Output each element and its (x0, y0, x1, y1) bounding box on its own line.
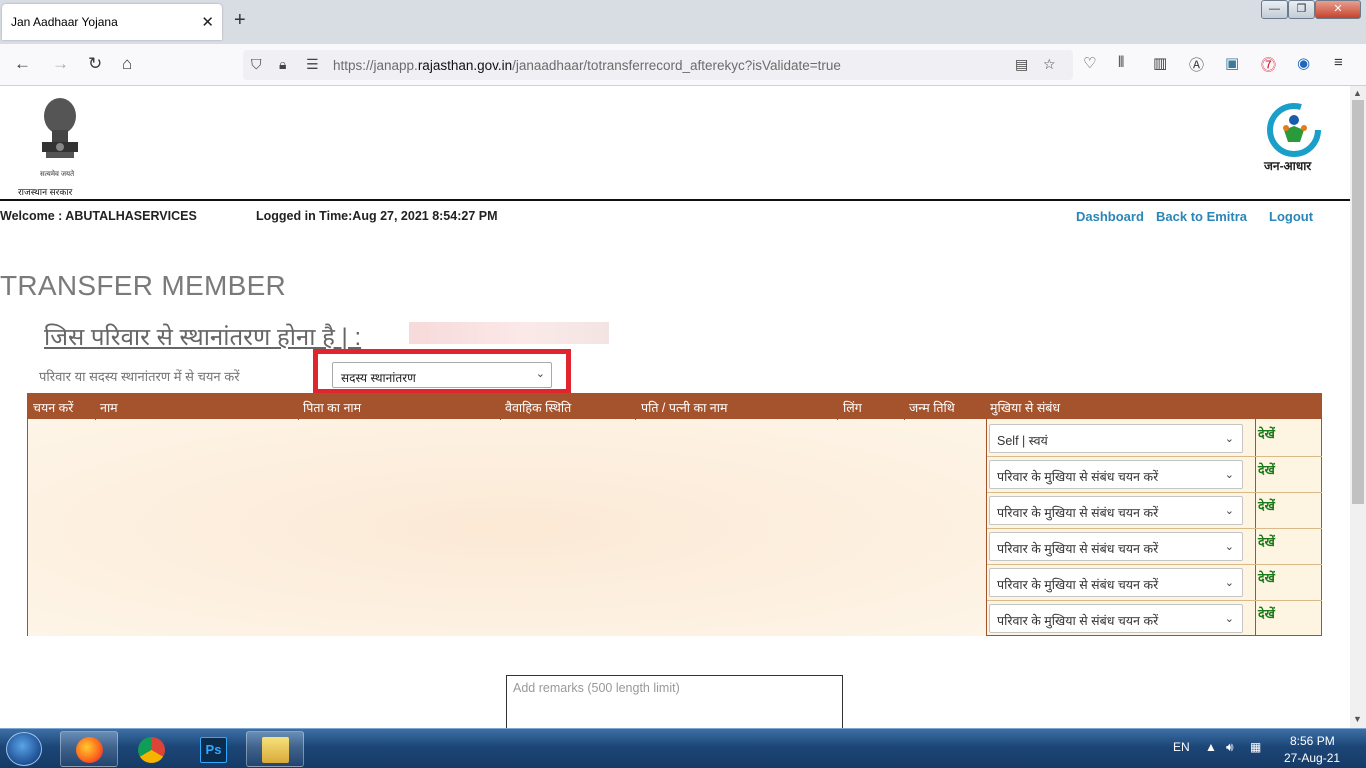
view-link[interactable]: देखें (1258, 461, 1275, 478)
menu-icon[interactable]: ≡ (1334, 54, 1343, 71)
chevron-down-icon: ⌄ (1224, 613, 1234, 625)
view-link[interactable]: देखें (1258, 605, 1275, 622)
firefox-taskbar-button[interactable] (60, 731, 118, 767)
vertical-scrollbar[interactable]: ▲ ▼ (1350, 86, 1366, 728)
folder-icon (262, 737, 289, 763)
govt-name: राजस्थान सरकार (18, 187, 73, 197)
relation-select[interactable]: Self | स्वयं ⌄ (989, 424, 1243, 453)
pocket-icon[interactable]: ♡ (1083, 54, 1096, 72)
dashboard-link[interactable]: Dashboard (1076, 209, 1144, 224)
browser-nav-bar: ← → ↻ ⌂ ⛉ 🔒︎ ☰ https://janapp.rajasthan.… (0, 44, 1366, 86)
browser-tab-bar: Jan Aadhaar Yojana ✕ + — ❐ ✕ (0, 0, 1366, 44)
table-header: चयन करें नाम पिता का नाम वैवाहिक स्थिति … (28, 394, 1321, 419)
chevron-down-icon: ⌄ (1224, 505, 1234, 517)
explorer-taskbar-button[interactable] (246, 731, 304, 767)
logo-text: जन-आधार (1264, 159, 1312, 173)
jan-aadhaar-logo-icon (1267, 103, 1321, 157)
redacted-member-data (28, 420, 986, 636)
lock-icon[interactable]: 🔒︎ (279, 56, 286, 73)
sidebar-icon[interactable]: ▥ (1153, 54, 1167, 72)
clock-time[interactable]: 8:56 PM (1290, 734, 1335, 748)
photoshop-taskbar-button[interactable]: Ps (184, 731, 242, 767)
reader-view-icon[interactable]: ▤ (1015, 56, 1028, 73)
header-divider (0, 199, 1350, 201)
column-header: वैवाहिक स्थिति (505, 401, 572, 415)
reload-icon[interactable]: ↻ (88, 54, 102, 74)
redacted-family-name (409, 322, 609, 344)
chrome-icon (138, 737, 165, 763)
ashoka-emblem-icon (42, 98, 78, 158)
view-link[interactable]: देखें (1258, 497, 1275, 514)
tab-title: Jan Aadhaar Yojana (11, 15, 118, 29)
photoshop-icon: Ps (200, 737, 227, 763)
show-hidden-icons-icon[interactable]: ▲ (1205, 740, 1217, 754)
chevron-down-icon: ⌄ (535, 368, 545, 380)
transfer-type-label: परिवार या सदस्य स्थानांतरण में से चयन कर… (39, 369, 240, 384)
forward-arrow-icon[interactable]: → (52, 54, 69, 74)
column-header: चयन करें (33, 401, 74, 415)
close-window-button[interactable]: ✕ (1315, 0, 1361, 19)
remarks-textarea[interactable]: Add remarks (500 length limit) (506, 675, 843, 728)
tab-close-icon[interactable]: ✕ (201, 13, 214, 31)
chevron-down-icon: ⌄ (1224, 469, 1234, 481)
relation-select[interactable]: परिवार के मुखिया से संबंध चयन करें ⌄ (989, 460, 1243, 489)
relation-select[interactable]: परिवार के मुखिया से संबंध चयन करें ⌄ (989, 532, 1243, 561)
pinterest-icon[interactable]: ⓻ (1261, 54, 1276, 75)
minimize-button[interactable]: — (1261, 0, 1288, 19)
back-to-emitra-link[interactable]: Back to Emitra (1156, 209, 1247, 224)
column-header: पिता का नाम (303, 401, 362, 415)
chevron-down-icon: ⌄ (1224, 577, 1234, 589)
start-button[interactable] (6, 732, 42, 766)
welcome-text: Welcome : ABUTALHASERVICES (0, 209, 197, 223)
relation-select[interactable]: परिवार के मुखिया से संबंध चयन करें ⌄ (989, 568, 1243, 597)
page-content: सत्यमेव जयते राजस्थान सरकार जन-आधार Welc… (0, 86, 1350, 728)
view-link[interactable]: देखें (1258, 425, 1275, 442)
chevron-down-icon: ⌄ (1224, 541, 1234, 553)
language-indicator[interactable]: EN (1173, 740, 1190, 754)
remarks-placeholder: Add remarks (500 length limit) (513, 681, 680, 695)
column-header: जन्म तिथि (909, 401, 955, 415)
member-table: चयन करें नाम पिता का नाम वैवाहिक स्थिति … (27, 393, 1322, 636)
maximize-button[interactable]: ❐ (1288, 0, 1315, 19)
page-title: TRANSFER MEMBER (0, 270, 287, 301)
logout-link[interactable]: Logout (1269, 209, 1313, 224)
home-icon[interactable]: ⌂ (122, 54, 132, 74)
logged-in-time: Logged in Time:Aug 27, 2021 8:54:27 PM (256, 209, 498, 223)
bookmark-star-icon[interactable]: ☆ (1043, 56, 1056, 73)
url-text[interactable]: https://janapp.rajasthan.gov.in/janaadha… (333, 58, 841, 73)
extension-icon[interactable]: ▣ (1225, 54, 1239, 72)
back-arrow-icon[interactable]: ← (14, 54, 31, 74)
chevron-down-icon: ⌄ (1224, 433, 1234, 445)
view-link[interactable]: देखें (1258, 569, 1275, 586)
library-icon[interactable]: ⫴ (1118, 54, 1124, 71)
shield-icon[interactable]: ⛉ (251, 56, 262, 73)
chrome-taskbar-button[interactable] (122, 731, 180, 767)
relation-select[interactable]: परिवार के मुखिया से संबंध चयन करें ⌄ (989, 604, 1243, 633)
transfer-type-select[interactable]: सदस्य स्थानांतरण ⌄ (332, 362, 552, 388)
column-header: लिंग (843, 401, 862, 415)
volume-icon[interactable]: 🔊︎ (1226, 740, 1234, 755)
windows-taskbar: Ps EN ▲ 🔊︎ ▦ 8:56 PM 27-Aug-21 (0, 728, 1366, 768)
scroll-down-icon[interactable]: ▼ (1353, 714, 1362, 724)
transfer-type-value: सदस्य स्थानांतरण (341, 371, 416, 385)
network-icon[interactable]: ▦ (1250, 740, 1261, 754)
browser-tab[interactable]: Jan Aadhaar Yojana ✕ (2, 4, 222, 40)
relation-select[interactable]: परिवार के मुखिया से संबंध चयन करें ⌄ (989, 496, 1243, 525)
scroll-up-icon[interactable]: ▲ (1353, 88, 1362, 98)
view-link[interactable]: देखें (1258, 533, 1275, 550)
column-header: मुखिया से संबंध (990, 401, 1061, 415)
permissions-icon[interactable]: ☰ (306, 56, 319, 73)
account-icon[interactable]: Ⓐ (1189, 54, 1204, 75)
firefox-icon (76, 737, 103, 763)
new-tab-button[interactable]: + (234, 9, 246, 32)
clock-date[interactable]: 27-Aug-21 (1284, 751, 1340, 765)
emblem-motto: सत्यमेव जयते (40, 171, 75, 178)
column-header: पति / पत्नी का नाम (641, 401, 728, 415)
url-bar[interactable]: ⛉ 🔒︎ ☰ https://janapp.rajasthan.gov.in/j… (243, 50, 1073, 80)
scroll-thumb[interactable] (1352, 100, 1364, 504)
column-header: नाम (100, 401, 118, 415)
extension2-icon[interactable]: ◉ (1297, 54, 1310, 72)
